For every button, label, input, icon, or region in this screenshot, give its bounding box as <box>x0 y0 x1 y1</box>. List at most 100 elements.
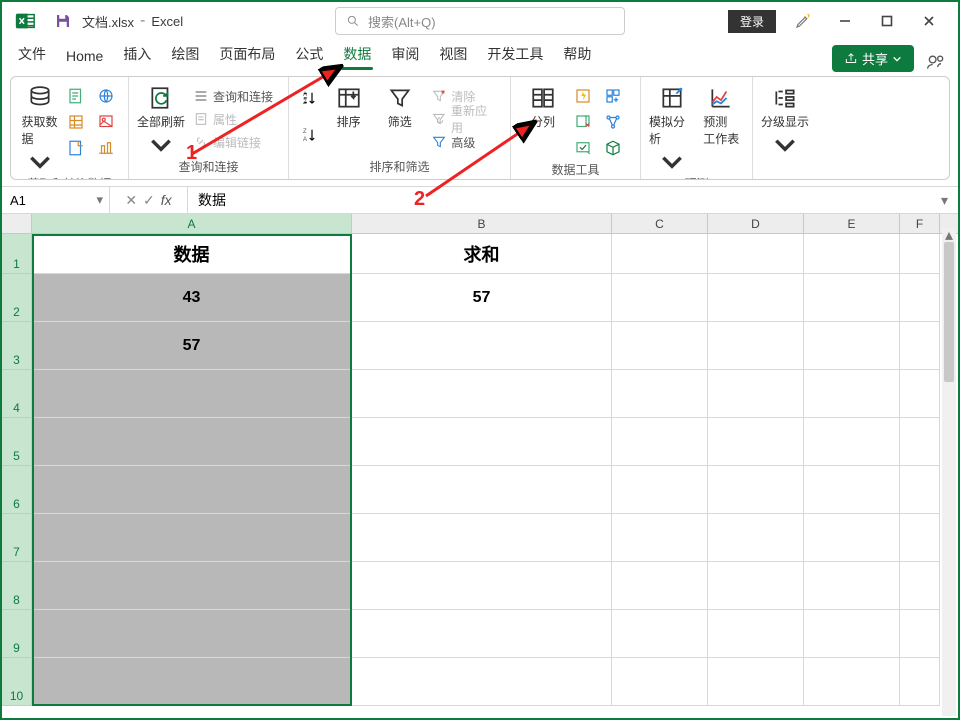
col-header-A[interactable]: A <box>32 214 352 233</box>
minimize-button[interactable] <box>824 7 866 35</box>
text-to-columns-button[interactable]: 分列 <box>519 81 567 130</box>
queries-connections-button[interactable]: 查询和连接 <box>189 85 277 107</box>
menu-tab-绘图[interactable]: 绘图 <box>161 38 209 72</box>
cell-C9[interactable] <box>612 610 708 658</box>
row-header-10[interactable]: 10 <box>2 658 32 706</box>
cell-D2[interactable] <box>708 274 804 322</box>
forecast-sheet-button[interactable]: 预测 工作表 <box>699 81 745 147</box>
menu-tab-home[interactable]: Home <box>56 42 113 72</box>
cell-D6[interactable] <box>708 466 804 514</box>
menu-tab-文件[interactable]: 文件 <box>8 38 56 72</box>
menu-tab-审阅[interactable]: 审阅 <box>381 38 429 72</box>
cell-A1[interactable]: 数据 <box>32 234 352 274</box>
row-header-5[interactable]: 5 <box>2 418 32 466</box>
existing-connections-icon[interactable] <box>94 137 118 159</box>
fx-icon[interactable]: fx <box>161 192 172 208</box>
menu-tab-插入[interactable]: 插入 <box>113 38 161 72</box>
from-table-icon[interactable] <box>64 111 88 133</box>
cell-A4[interactable] <box>32 370 352 418</box>
cell-B1[interactable]: 求和 <box>352 234 612 274</box>
refresh-all-button[interactable]: 全部刷新 <box>137 81 185 158</box>
cell-F10[interactable] <box>900 658 940 706</box>
cell-E7[interactable] <box>804 514 900 562</box>
sort-desc-icon[interactable]: ZA <box>297 124 321 146</box>
recent-sources-icon[interactable] <box>64 137 88 159</box>
cell-F6[interactable] <box>900 466 940 514</box>
cell-E1[interactable] <box>804 234 900 274</box>
whatif-button[interactable]: 模拟分析 <box>649 81 695 175</box>
data-validation-icon[interactable] <box>571 137 595 159</box>
cell-F7[interactable] <box>900 514 940 562</box>
cell-D10[interactable] <box>708 658 804 706</box>
formula-input[interactable]: 数据 ▾ <box>188 187 958 213</box>
cell-B8[interactable] <box>352 562 612 610</box>
row-header-8[interactable]: 8 <box>2 562 32 610</box>
cancel-icon[interactable]: ✕ <box>125 192 137 209</box>
col-header-E[interactable]: E <box>804 214 900 233</box>
cell-C1[interactable] <box>612 234 708 274</box>
vertical-scrollbar[interactable]: ▴ <box>942 228 956 716</box>
save-icon[interactable] <box>54 12 72 30</box>
cell-A6[interactable] <box>32 466 352 514</box>
cell-D4[interactable] <box>708 370 804 418</box>
consolidate-icon[interactable] <box>601 85 625 107</box>
manage-data-model-icon[interactable] <box>601 137 625 159</box>
cell-E8[interactable] <box>804 562 900 610</box>
relationships-icon[interactable] <box>601 111 625 133</box>
cell-D3[interactable] <box>708 322 804 370</box>
cell-C8[interactable] <box>612 562 708 610</box>
from-text-icon[interactable] <box>64 85 88 107</box>
cell-D5[interactable] <box>708 418 804 466</box>
chevron-down-icon[interactable]: ▾ <box>96 192 103 208</box>
scrollbar-thumb[interactable] <box>944 242 954 382</box>
cell-F1[interactable] <box>900 234 940 274</box>
row-header-4[interactable]: 4 <box>2 370 32 418</box>
cell-C2[interactable] <box>612 274 708 322</box>
share-button[interactable]: 共享 <box>832 45 914 72</box>
cell-D1[interactable] <box>708 234 804 274</box>
cell-D8[interactable] <box>708 562 804 610</box>
filter-button[interactable]: 筛选 <box>376 81 423 130</box>
col-header-F[interactable]: F <box>900 214 940 233</box>
cell-C10[interactable] <box>612 658 708 706</box>
outline-button[interactable]: 分级显示 <box>761 81 809 158</box>
cell-A3[interactable]: 57 <box>32 322 352 370</box>
close-button[interactable] <box>908 7 950 35</box>
cell-D9[interactable] <box>708 610 804 658</box>
cell-E6[interactable] <box>804 466 900 514</box>
scroll-up-icon[interactable]: ▴ <box>942 228 956 242</box>
cell-B3[interactable] <box>352 322 612 370</box>
menu-tab-开发工具[interactable]: 开发工具 <box>477 38 553 72</box>
from-web-icon[interactable] <box>94 85 118 107</box>
cell-D7[interactable] <box>708 514 804 562</box>
search-box[interactable]: 搜索(Alt+Q) <box>335 7 625 35</box>
cell-A5[interactable] <box>32 418 352 466</box>
enter-icon[interactable]: ✓ <box>143 192 155 209</box>
cell-B4[interactable] <box>352 370 612 418</box>
login-button[interactable]: 登录 <box>728 10 776 33</box>
cell-C6[interactable] <box>612 466 708 514</box>
col-header-C[interactable]: C <box>612 214 708 233</box>
cell-C3[interactable] <box>612 322 708 370</box>
comments-icon[interactable] <box>926 52 946 72</box>
row-header-1[interactable]: 1 <box>2 234 32 274</box>
cell-F3[interactable] <box>900 322 940 370</box>
row-header-2[interactable]: 2 <box>2 274 32 322</box>
cell-C5[interactable] <box>612 418 708 466</box>
advanced-filter-button[interactable]: 高级 <box>427 131 502 153</box>
cell-E4[interactable] <box>804 370 900 418</box>
cell-C7[interactable] <box>612 514 708 562</box>
menu-tab-数据[interactable]: 数据 <box>333 38 381 72</box>
cell-A2[interactable]: 43 <box>32 274 352 322</box>
col-header-B[interactable]: B <box>352 214 612 233</box>
cell-F4[interactable] <box>900 370 940 418</box>
row-header-3[interactable]: 3 <box>2 322 32 370</box>
cell-B9[interactable] <box>352 610 612 658</box>
sort-asc-icon[interactable]: AZ <box>297 87 321 109</box>
cell-E2[interactable] <box>804 274 900 322</box>
cell-B10[interactable] <box>352 658 612 706</box>
cell-B6[interactable] <box>352 466 612 514</box>
cell-E10[interactable] <box>804 658 900 706</box>
cell-B7[interactable] <box>352 514 612 562</box>
cell-E5[interactable] <box>804 418 900 466</box>
